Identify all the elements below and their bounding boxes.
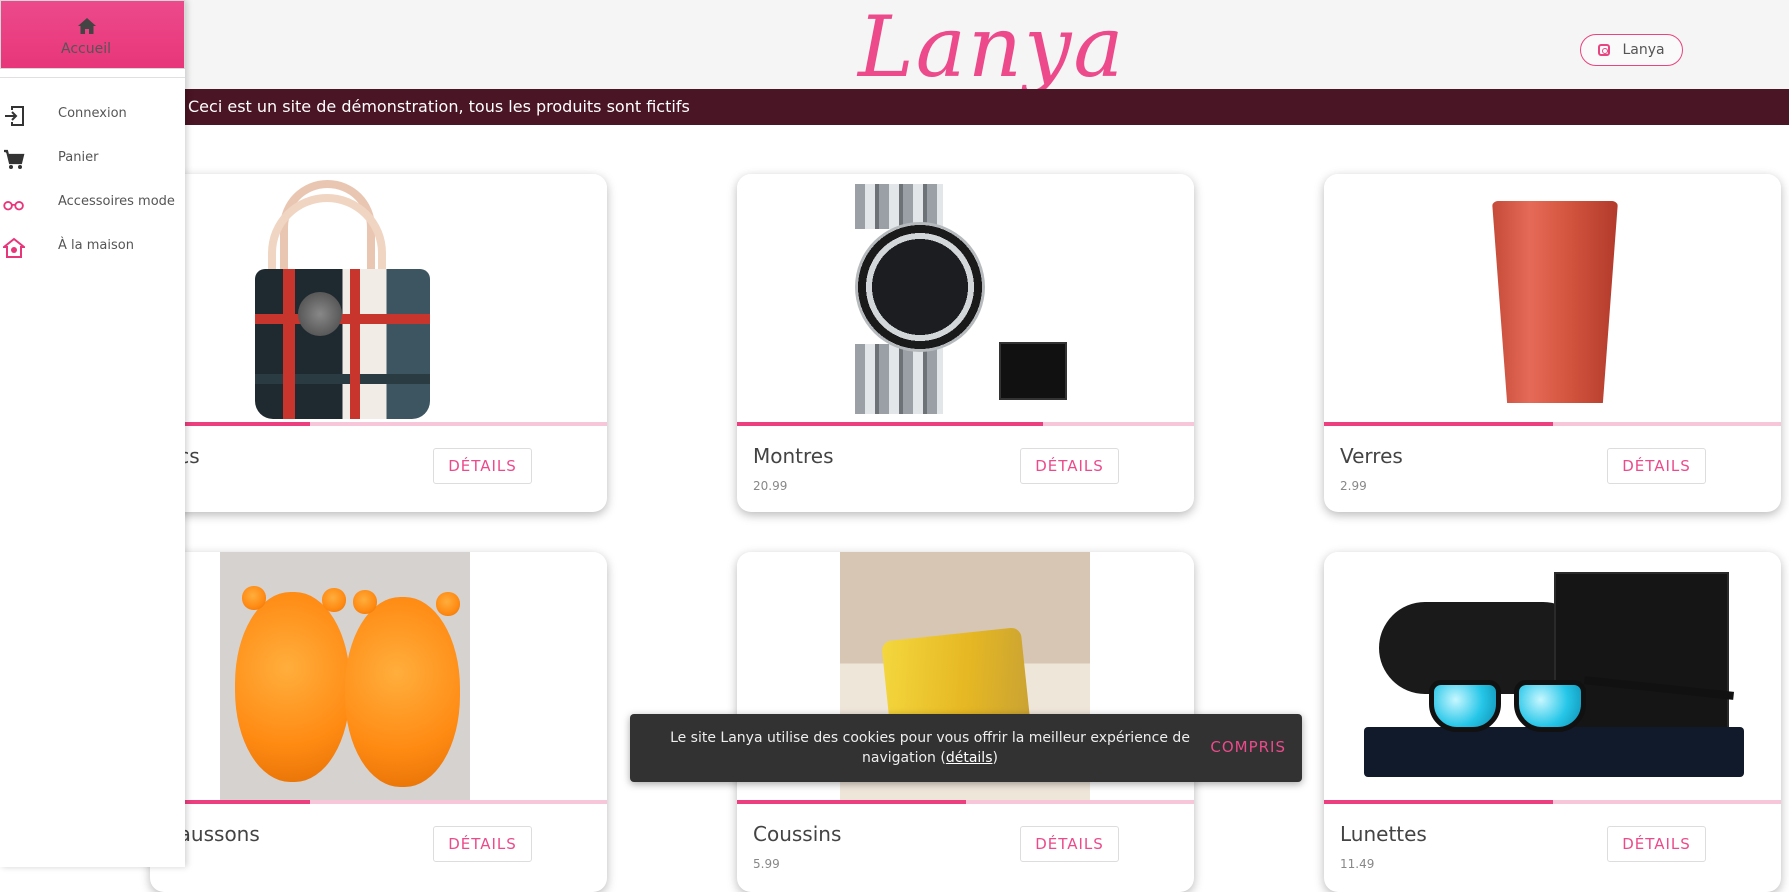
login-icon bbox=[5, 106, 24, 126]
progress-bar bbox=[150, 422, 607, 426]
cookie-text-after: ) bbox=[992, 750, 998, 766]
cart-icon bbox=[4, 149, 25, 169]
cookie-text-before: Le site Lanya utilise des cookies pour v… bbox=[670, 730, 1190, 766]
house-icon bbox=[3, 237, 25, 258]
product-name: Montres bbox=[753, 444, 834, 468]
product-name: Coussins bbox=[753, 822, 842, 846]
product-card-montres[interactable]: Montres 20.99 DÉTAILS bbox=[737, 174, 1194, 512]
instagram-icon bbox=[1598, 44, 1611, 56]
cookie-banner: Le site Lanya utilise des cookies pour v… bbox=[630, 714, 1302, 782]
progress-bar bbox=[1324, 422, 1781, 426]
cookie-details-link[interactable]: détails bbox=[946, 750, 993, 766]
product-price: 2.99 bbox=[1340, 479, 1367, 493]
sidebar-item-connexion[interactable]: Connexion bbox=[0, 95, 185, 135]
product-card-sacs[interactable]: acs 99 DÉTAILS bbox=[150, 174, 607, 512]
cookie-message: Le site Lanya utilise des cookies pour v… bbox=[660, 728, 1200, 768]
sidebar-item-home[interactable]: Accueil bbox=[0, 0, 185, 69]
product-image-glass[interactable] bbox=[1324, 174, 1781, 422]
sidebar-item-label: Accueil bbox=[61, 41, 111, 57]
product-card-verres[interactable]: Verres 2.99 DÉTAILS bbox=[1324, 174, 1781, 512]
home-icon bbox=[78, 18, 96, 34]
instagram-button[interactable]: Lanya bbox=[1580, 34, 1683, 66]
product-image-sunglasses[interactable] bbox=[1324, 552, 1781, 800]
sidebar-divider bbox=[0, 77, 185, 78]
product-card-lunettes[interactable]: Lunettes 11.49 DÉTAILS bbox=[1324, 552, 1781, 892]
details-button[interactable]: DÉTAILS bbox=[1607, 826, 1706, 862]
product-name: Lunettes bbox=[1340, 822, 1427, 846]
details-button[interactable]: DÉTAILS bbox=[433, 448, 532, 484]
site-logo[interactable]: Lanya bbox=[858, 0, 1126, 96]
details-button[interactable]: DÉTAILS bbox=[1020, 826, 1119, 862]
product-image-watch[interactable] bbox=[737, 174, 1194, 422]
product-image-slippers[interactable] bbox=[150, 552, 607, 800]
progress-bar bbox=[1324, 800, 1781, 804]
glasses-icon bbox=[3, 200, 24, 211]
demo-banner-text: Ceci est un site de démonstration, tous … bbox=[188, 97, 690, 116]
instagram-label: Lanya bbox=[1622, 42, 1665, 58]
details-button[interactable]: DÉTAILS bbox=[1020, 448, 1119, 484]
details-button[interactable]: DÉTAILS bbox=[433, 826, 532, 862]
demo-banner: Ceci est un site de démonstration, tous … bbox=[0, 89, 1789, 125]
sidebar-item-label: À la maison bbox=[58, 238, 134, 253]
sidebar-item-accessoires-mode[interactable]: Accessoires mode bbox=[0, 183, 185, 223]
sidebar-item-a-la-maison[interactable]: À la maison bbox=[0, 227, 185, 267]
sidebar-item-panier[interactable]: Panier bbox=[0, 139, 185, 179]
cookie-accept-button[interactable]: COMPRIS bbox=[1210, 738, 1286, 756]
sidebar: Accueil Connexion Panier Accessoires mod… bbox=[0, 0, 185, 867]
product-image-bag[interactable] bbox=[150, 174, 607, 422]
product-price: 5.99 bbox=[753, 857, 780, 871]
sidebar-item-label: Panier bbox=[58, 150, 99, 165]
header: Lanya Lanya bbox=[0, 0, 1789, 96]
product-card-chaussons[interactable]: haussons DÉTAILS bbox=[150, 552, 607, 892]
progress-bar bbox=[737, 800, 1194, 804]
sidebar-item-label: Connexion bbox=[58, 106, 127, 121]
product-name: Verres bbox=[1340, 444, 1403, 468]
sidebar-item-label: Accessoires mode bbox=[58, 194, 175, 209]
product-price: 11.49 bbox=[1340, 857, 1375, 871]
details-button[interactable]: DÉTAILS bbox=[1607, 448, 1706, 484]
progress-bar bbox=[150, 800, 607, 804]
progress-bar bbox=[737, 422, 1194, 426]
product-price: 20.99 bbox=[753, 479, 788, 493]
